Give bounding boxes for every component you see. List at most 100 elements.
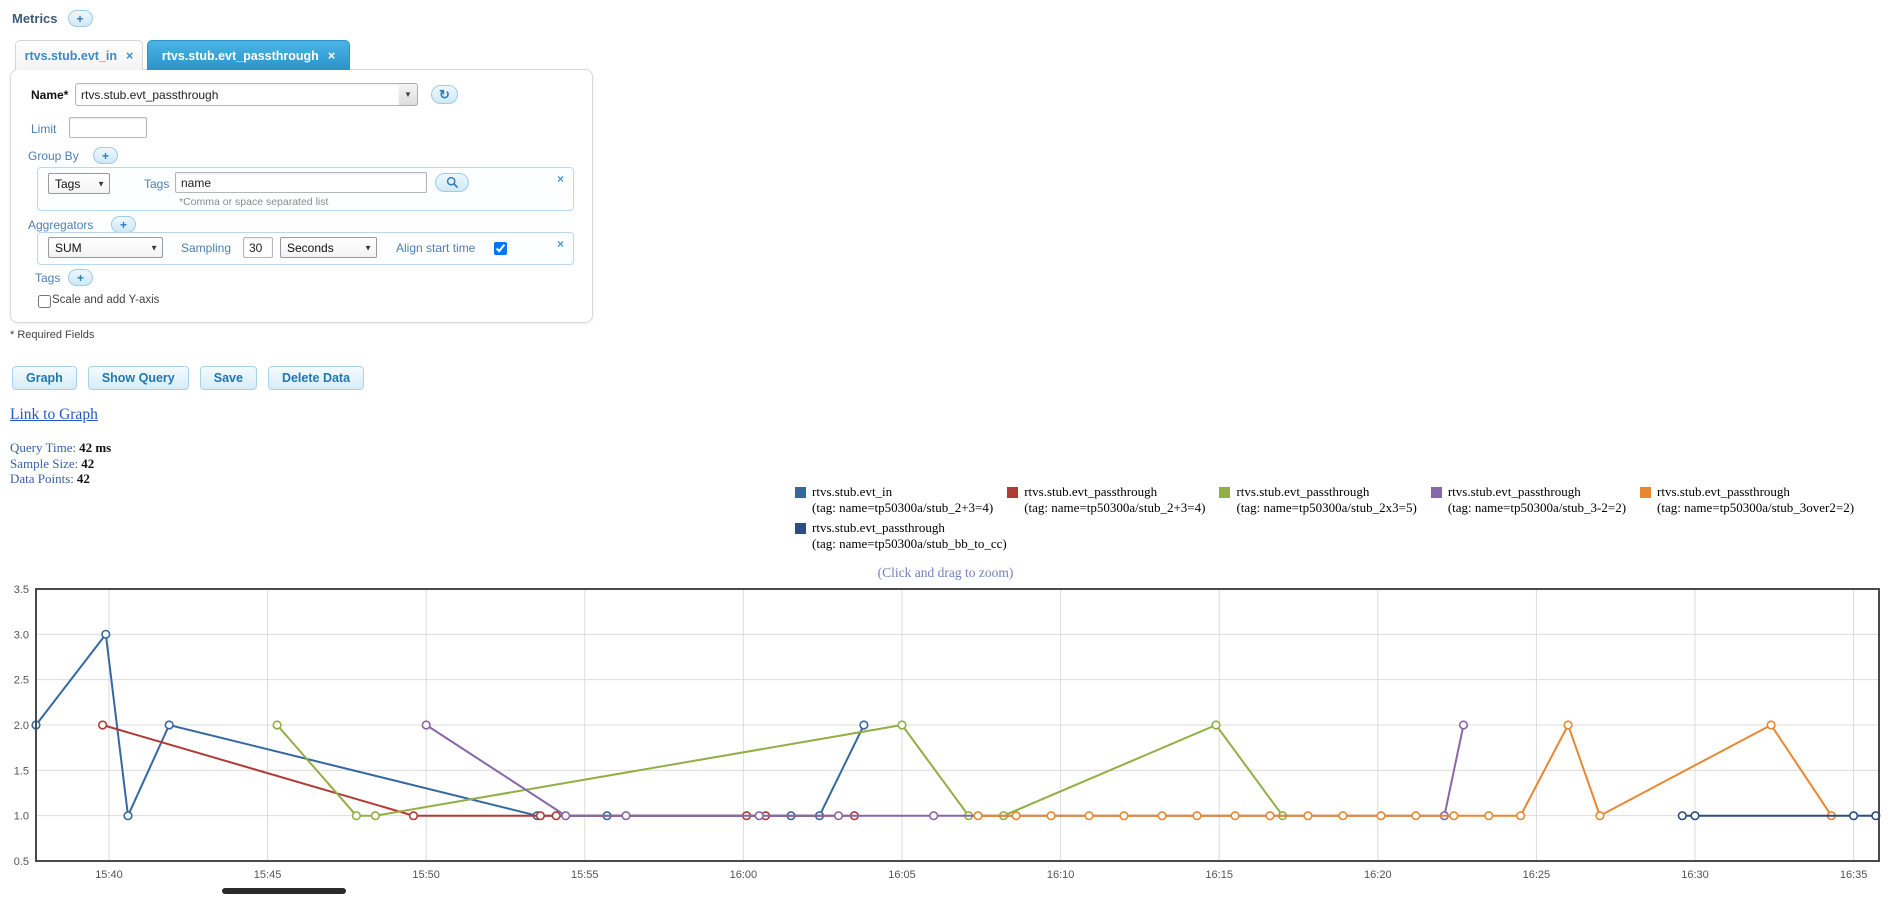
legend-metric-tag: (tag: name=tp50300a/stub_2+3=4) xyxy=(1024,500,1206,515)
time-series-plot[interactable]: 0.5 1.0 1.5 2.0 2.5 3.0 3.5 15:40 15:45 15:50 15:5… xyxy=(0,580,1891,892)
legend-item: rtvs.stub.evt_passthrough (tag: name=tp50… xyxy=(1007,484,1205,516)
sample-size-label: Sample Size: xyxy=(10,455,79,471)
data-point-marker xyxy=(1515,811,1526,821)
data-point-marker xyxy=(1046,811,1056,821)
data-point-marker xyxy=(833,811,844,821)
actions-row: Graph Show Query Save Delete Data xyxy=(12,366,365,390)
remove-group-by-button[interactable]: × xyxy=(557,172,564,186)
query-time-row: Query Time: 42 ms xyxy=(10,440,111,456)
add-tag-button[interactable]: + xyxy=(68,269,94,286)
x-axis-tick-label: 15:45 xyxy=(254,869,282,881)
legend-metric-tag: (tag: name=tp50300a/stub_3over2=2) xyxy=(1657,500,1855,515)
data-point-marker xyxy=(1376,811,1386,821)
data-point-marker xyxy=(101,629,111,639)
x-axis-tick-label: 15:55 xyxy=(571,869,599,881)
data-point-marker xyxy=(1230,811,1240,821)
data-point-marker xyxy=(551,811,561,821)
plus-icon: + xyxy=(120,217,128,232)
tab-evt-in[interactable]: rtvs.stub.evt_in × xyxy=(15,40,143,70)
sampling-value-input[interactable] xyxy=(243,237,273,258)
refresh-metrics-button[interactable]: ↻ xyxy=(431,85,458,104)
sampling-unit-select[interactable]: Seconds ▼ xyxy=(280,237,377,258)
x-axis-tick-label: 16:35 xyxy=(1840,869,1868,881)
add-metric-button[interactable]: + xyxy=(67,10,93,27)
data-point-marker xyxy=(421,720,431,730)
data-point-marker xyxy=(1211,720,1221,730)
legend-item: rtvs.stub.evt_passthrough (tag: name=tp50… xyxy=(1219,484,1417,516)
group-by-type-select[interactable]: Tags ▼ xyxy=(48,173,110,194)
data-point-marker xyxy=(535,811,546,821)
legend-metric-name: rtvs.stub.evt_passthrough xyxy=(1657,484,1790,499)
select-value: SUM xyxy=(55,240,82,255)
y-axis-tick-label: 0.5 xyxy=(14,856,29,868)
select-value: Tags xyxy=(55,176,81,191)
x-axis-tick-label: 15:50 xyxy=(412,869,440,881)
aggregator-function-select[interactable]: SUM ▼ xyxy=(48,237,163,258)
add-group-by-button[interactable]: + xyxy=(93,147,119,164)
aggregators-section-label: Aggregators xyxy=(28,218,94,232)
legend-metric-name: rtvs.stub.evt_passthrough xyxy=(1236,484,1370,499)
legend-swatch xyxy=(1640,487,1652,498)
time-series-chart[interactable]: 0.5 1.0 1.5 2.0 2.5 3.0 3.5 15:40 15:45 15:50 15:5… xyxy=(0,580,1891,892)
y-axis-tick-label: 2.5 xyxy=(14,675,29,687)
link-to-graph[interactable]: Link to Graph xyxy=(10,406,98,424)
tab-label: rtvs.stub.evt_in xyxy=(24,48,118,63)
x-axis-tick-label: 16:30 xyxy=(1681,869,1709,881)
legend-metric-name: rtvs.stub.evt_passthrough xyxy=(1447,484,1581,499)
plus-icon: + xyxy=(102,148,110,163)
legend-metric-name: rtvs.stub.evt_passthrough xyxy=(1024,484,1158,499)
chevron-down-icon: ▼ xyxy=(404,90,412,99)
remove-aggregator-button[interactable]: × xyxy=(557,237,564,251)
x-axis-tick-label: 16:25 xyxy=(1523,869,1551,881)
align-start-time-checkbox[interactable] xyxy=(494,242,507,255)
limit-input[interactable] xyxy=(69,117,147,138)
data-point-marker xyxy=(897,720,907,730)
metric-name-input[interactable] xyxy=(75,83,400,106)
data-point-marker xyxy=(1119,811,1129,821)
show-query-button[interactable]: Show Query xyxy=(87,366,189,390)
legend-swatch xyxy=(1007,487,1019,498)
tab-close-icon[interactable]: × xyxy=(126,49,133,63)
data-point-marker xyxy=(1484,811,1494,821)
tab-evt-passthrough[interactable]: rtvs.stub.evt_passthrough × xyxy=(147,40,350,70)
data-point-marker xyxy=(1303,811,1313,821)
aggregator-row: SUM ▼ Sampling Seconds ▼ Align start tim… xyxy=(37,232,574,265)
legend-metric-tag: (tag: name=tp50300a/stub_2x3=5) xyxy=(1236,500,1417,515)
data-point-marker xyxy=(1458,720,1469,730)
data-point-marker xyxy=(1677,811,1687,821)
horizontal-scrollbar-thumb[interactable] xyxy=(222,888,346,894)
group-by-tags-input[interactable] xyxy=(175,172,427,193)
query-time-value: 42 ms xyxy=(79,440,112,455)
graph-button[interactable]: Graph xyxy=(12,366,77,390)
x-axis-tick-label: 16:10 xyxy=(1047,869,1075,881)
tags-help-text: *Comma or space separated list xyxy=(179,196,329,208)
data-point-marker xyxy=(1766,720,1776,730)
save-button[interactable]: Save xyxy=(199,366,257,390)
delete-data-button[interactable]: Delete Data xyxy=(267,366,365,390)
legend-metric-name: rtvs.stub.evt_passthrough xyxy=(812,520,945,535)
legend-item: rtvs.stub.evt_passthrough (tag: name=tp50… xyxy=(1430,484,1626,516)
zoom-hint-text: (Click and drag to zoom) xyxy=(877,565,1014,580)
legend-row: rtvs.stub.evt_passthrough (tag: name=tp50… xyxy=(795,520,1854,552)
tag-search-button[interactable] xyxy=(435,173,469,192)
metric-form-panel: Name* ▼ ↻ Limit Group By + Tags ▼ Tags xyxy=(10,69,593,323)
scale-y-axis-checkbox[interactable] xyxy=(38,295,51,308)
metric-name-dropdown-button[interactable]: ▼ xyxy=(399,83,418,106)
series-name=tp50300a/stub_bb_to_cc xyxy=(1677,811,1881,821)
y-axis-tick-label: 2.0 xyxy=(14,720,29,732)
tab-close-icon[interactable]: × xyxy=(328,49,335,63)
data-point-marker xyxy=(621,811,631,821)
query-time-label: Query Time: xyxy=(10,440,77,455)
legend-swatch xyxy=(795,523,806,534)
legend-row: rtvs.stub.evt_in (tag: name=tp50300a/stub… xyxy=(795,484,1854,516)
x-axis-tick-label: 15:40 xyxy=(95,869,123,881)
legend-metric-tag: (tag: name=tp50300a/stub_2+3=4) xyxy=(812,500,994,515)
data-point-marker xyxy=(408,811,419,821)
add-aggregator-button[interactable]: + xyxy=(111,216,137,233)
data-point-marker xyxy=(561,811,571,821)
legend-item: rtvs.stub.evt_passthrough (tag: name=tp50… xyxy=(1640,484,1854,516)
metrics-section-label: Metrics xyxy=(12,11,58,26)
align-start-time-label: Align start time xyxy=(396,241,476,255)
data-point-marker xyxy=(1265,811,1275,821)
query-stats: Query Time: 42 ms Sample Size: 42 Data Poi… xyxy=(10,440,111,487)
